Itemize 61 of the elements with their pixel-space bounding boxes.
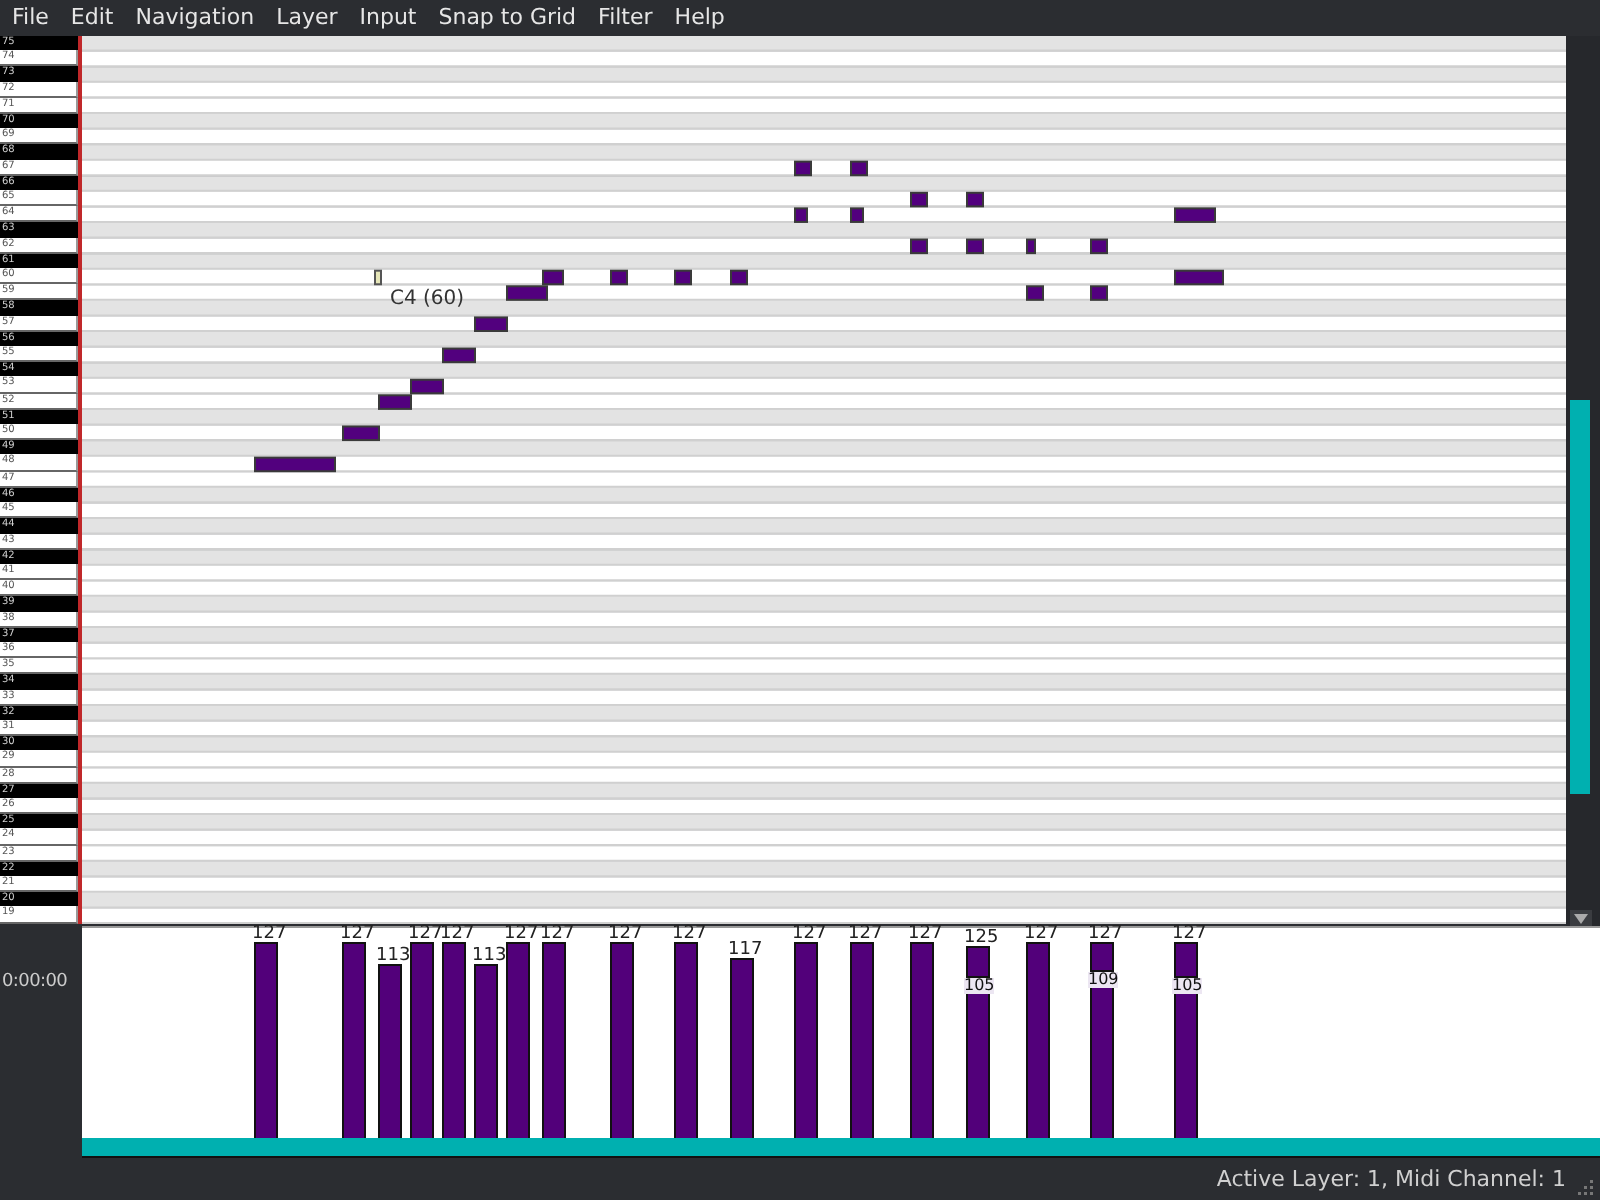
- velocity-value: 105: [1172, 977, 1203, 994]
- menu-item[interactable]: Input: [359, 4, 417, 32]
- menu-item[interactable]: Snap to Grid: [438, 4, 577, 32]
- midi-note[interactable]: [910, 238, 928, 255]
- scroll-down-button[interactable]: [1570, 910, 1592, 926]
- midi-note[interactable]: [730, 269, 748, 286]
- velocity-value: 127: [1024, 926, 1059, 944]
- velocity-marker: [966, 975, 990, 978]
- midi-note[interactable]: [850, 160, 868, 177]
- velocity-value: 105: [964, 977, 995, 994]
- velocity-value: 113: [472, 947, 507, 966]
- time-display: 0:00:00: [2, 972, 68, 992]
- menu-item[interactable]: Edit: [70, 4, 114, 32]
- velocity-value: 127: [440, 926, 475, 944]
- velocity-value: 127: [252, 926, 287, 944]
- velocity-value: 127: [504, 926, 539, 944]
- velocity-value: 127: [608, 926, 643, 944]
- velocity-value: 127: [1088, 926, 1123, 944]
- menu-item[interactable]: Navigation: [135, 4, 255, 32]
- midi-note[interactable]: [910, 191, 928, 208]
- velocity-value: 127: [408, 926, 443, 944]
- vertical-scrollbar[interactable]: [1566, 36, 1600, 926]
- menu-item[interactable]: Filter: [598, 4, 653, 32]
- midi-note[interactable]: [794, 160, 812, 177]
- velocity-value: 127: [848, 926, 883, 944]
- velocity-value: 117: [728, 941, 763, 960]
- velocity-value: 127: [672, 926, 707, 944]
- midi-note[interactable]: [542, 269, 564, 286]
- velocity-value: 127: [540, 926, 575, 944]
- velocity-bar[interactable]: [1174, 942, 1198, 1138]
- midi-note[interactable]: [342, 425, 380, 442]
- velocity-marker: [1174, 975, 1198, 978]
- menu-item[interactable]: Help: [674, 4, 725, 32]
- velocity-value: 113: [376, 947, 411, 966]
- midi-note[interactable]: [1174, 269, 1224, 286]
- midi-note[interactable]: [610, 269, 628, 286]
- velocity-value: 125: [964, 929, 999, 948]
- midi-note[interactable]: [1026, 238, 1036, 255]
- scrollbar-thumb[interactable]: [1570, 400, 1590, 794]
- velocity-value: 109: [1088, 971, 1119, 988]
- menu-item[interactable]: Layer: [276, 4, 338, 32]
- midi-note[interactable]: [410, 378, 444, 395]
- velocity-value: 127: [908, 926, 943, 944]
- velocity-bar[interactable]: [1090, 942, 1114, 1138]
- midi-note[interactable]: [966, 238, 984, 255]
- midi-note[interactable]: [1090, 238, 1108, 255]
- resize-grip-icon[interactable]: [1578, 1180, 1594, 1196]
- velocity-value: 127: [340, 926, 375, 944]
- velocity-value: 127: [1172, 926, 1207, 944]
- velocity-bar[interactable]: [966, 945, 990, 1138]
- midi-note[interactable]: [674, 269, 692, 286]
- velocity-marker: [1090, 969, 1114, 972]
- horizontal-scrollbar[interactable]: [82, 1138, 1600, 1158]
- velocity-value: 127: [792, 926, 827, 944]
- note-cursor: [374, 269, 382, 286]
- status-text: Active Layer: 1, Midi Channel: 1: [1216, 1166, 1566, 1192]
- midi-note[interactable]: [966, 191, 984, 208]
- midi-note[interactable]: [254, 456, 336, 473]
- note-name-label: C4 (60): [390, 287, 465, 312]
- midi-note[interactable]: [442, 347, 476, 364]
- menu-item[interactable]: File: [12, 4, 49, 32]
